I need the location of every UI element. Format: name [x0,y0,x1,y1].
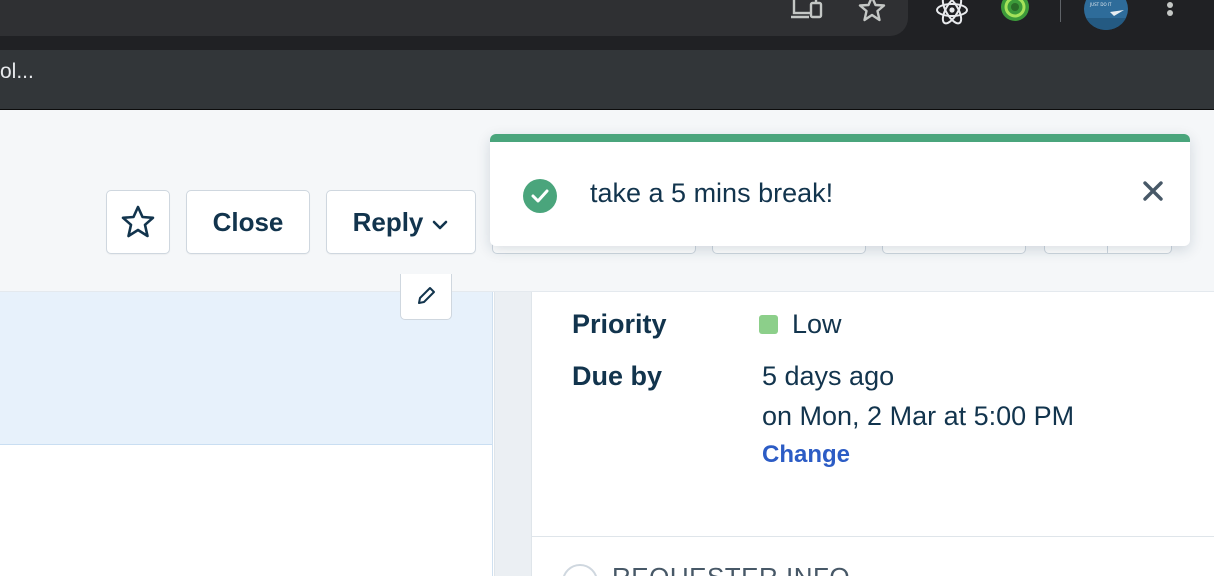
toast-accent-bar [490,134,1190,142]
react-devtools-icon[interactable] [934,0,970,26]
edit-button[interactable] [400,274,452,320]
address-bar[interactable] [0,0,908,36]
close-icon[interactable] [1140,178,1166,204]
star-icon [121,205,155,238]
section-divider [532,536,1214,537]
due-relative: 5 days ago [762,361,895,391]
bookmark-star-icon[interactable] [856,0,888,24]
check-circle-icon [523,179,557,213]
extension-green-icon[interactable] [998,0,1032,24]
due-by-label: Due by [572,361,663,391]
close-ticket-button[interactable]: Close [186,190,310,254]
close-ticket-label: Close [212,206,284,237]
conversation-pane [0,292,493,576]
due-absolute: on Mon, 2 Mar at 5:00 PM [762,401,1075,431]
priority-indicator [759,315,778,334]
pencil-icon [418,287,435,304]
toast-message: take a 5 mins break! [590,178,834,208]
star-button[interactable] [106,190,170,254]
priority-label: Priority [572,309,667,339]
avatar-text: JUST DO IT [1090,2,1112,7]
bookmarks-bar [0,50,1214,109]
requester-info-heading: REQUESTER INFO [612,562,850,576]
bookmark-item[interactable]: ol... [0,60,34,84]
menu-dots-icon[interactable] [1158,0,1182,24]
pane-gutter [494,292,532,576]
change-due-link[interactable]: Change [762,441,850,469]
devices-icon[interactable] [790,0,826,22]
reply-label: Reply [352,206,424,237]
profile-avatar[interactable]: JUST DO IT [1084,0,1128,30]
toolbar-divider [1060,0,1061,22]
priority-value: Low [792,309,842,339]
chevron-down-icon [433,220,448,230]
toast-notification: take a 5 mins break! [490,134,1190,246]
reply-button[interactable]: Reply [326,190,476,254]
